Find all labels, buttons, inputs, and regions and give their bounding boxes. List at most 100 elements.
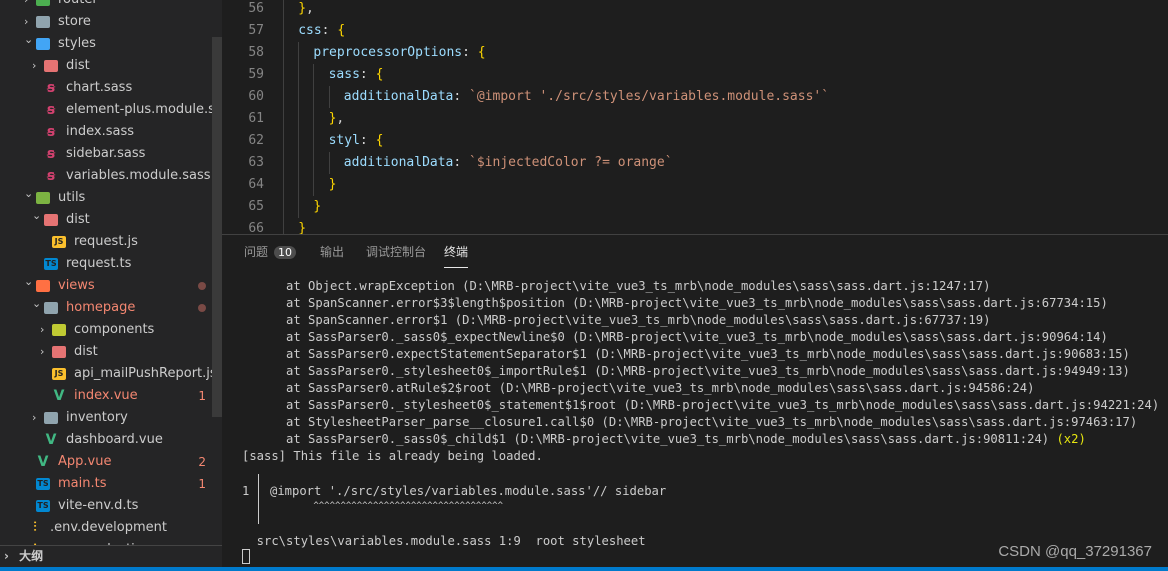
tree-item-label: views: [58, 278, 95, 293]
problems-count-badge: 10: [274, 246, 297, 259]
indent-guide: [298, 86, 300, 108]
line-number: 59: [248, 67, 264, 82]
tab-problems[interactable]: 问题 10: [244, 243, 297, 260]
tree-item[interactable]: › router: [0, 0, 212, 11]
indent-guide: [283, 130, 284, 152]
code-editor[interactable]: 56}, 57 css: {58 preprocessorOptions: {59 sa…: [222, 0, 1168, 258]
code-text: styl: {: [329, 130, 384, 152]
chevron-right-icon[interactable]: ›: [24, 0, 36, 11]
line-number: 58: [248, 45, 264, 60]
tree-item[interactable]: ꞩ sidebar.sass: [0, 143, 212, 165]
problem-count-badge: 1: [198, 477, 206, 491]
line-number: 62: [248, 133, 264, 148]
tree-item[interactable]: Vdashboard.vue: [0, 429, 212, 451]
watermark: CSDN @qq_37291367: [998, 543, 1152, 560]
active-tab-indicator: [444, 267, 468, 268]
snippet-carets: ^^^^^^^^^^^^^^^^^^^^^^^^^^^^^^^^^^^: [270, 501, 503, 511]
chevron-right-icon[interactable]: ›: [32, 407, 44, 429]
indent-guide: [283, 86, 284, 108]
tree-item[interactable]: › dist: [0, 55, 212, 77]
code-token: sass: [328, 67, 360, 82]
modified-dot-icon: [198, 282, 206, 290]
code-line: 62 styl: {: [222, 130, 1168, 152]
folder-icon: [44, 302, 58, 314]
chevron-right-icon[interactable]: ›: [40, 319, 52, 341]
code-token: :: [462, 45, 478, 60]
tree-item[interactable]: ⌄ dist: [0, 209, 212, 231]
tree-item[interactable]: Vindex.vue 1: [0, 385, 212, 407]
code-line: 64}: [222, 174, 1168, 196]
tree-item-label: store: [58, 14, 91, 29]
code-token: additionalData: [343, 155, 454, 170]
chevron-down-icon[interactable]: ⌄: [24, 29, 36, 51]
code-token: {: [337, 23, 346, 38]
code-text: sass: {: [329, 64, 384, 86]
tree-item-label: request.js: [74, 234, 138, 249]
folder-icon: [36, 16, 50, 28]
tree-item[interactable]: ⌄ styles: [0, 33, 212, 55]
tab-problems-label: 问题: [244, 245, 269, 259]
indent-guide: [313, 174, 315, 196]
chevron-down-icon[interactable]: ⌄: [32, 205, 44, 227]
tree-item[interactable]: › dist: [0, 341, 212, 363]
line-number: 63: [248, 155, 264, 170]
code-token: :: [359, 133, 376, 148]
indent-guide: [298, 130, 300, 152]
sass-icon: ꞩ: [46, 102, 56, 118]
indent-guide: [283, 20, 284, 42]
sass-icon: ꞩ: [46, 124, 56, 140]
tab-terminal[interactable]: 终端: [444, 243, 468, 260]
tree-item[interactable]: JS api_mailPushReport.js: [0, 363, 217, 385]
chevron-down-icon[interactable]: ⌄: [24, 271, 36, 293]
chevron-right-icon[interactable]: ›: [40, 341, 52, 363]
terminal-line: at SassParser0._stylesheet0$_importRule$…: [242, 364, 1130, 378]
tree-item[interactable]: › inventory: [0, 407, 212, 429]
terminal-line: at StylesheetParser_parse__closure1.call…: [242, 415, 1138, 429]
code-text: },: [298, 0, 314, 20]
tree-item-label: homepage: [66, 300, 136, 315]
chevron-right-icon[interactable]: ›: [32, 55, 44, 77]
tree-item[interactable]: TS main.ts 1: [0, 473, 212, 495]
terminal-line: at SassParser0._sass0$_expectNewline$0 (…: [242, 330, 1108, 344]
snippet-line-number: 1: [242, 484, 250, 498]
code-token: `$injectedColor ?= orange`: [469, 155, 673, 170]
code-text: }: [329, 174, 337, 196]
tab-debug-console[interactable]: 调试控制台: [366, 243, 426, 260]
code-text: },: [329, 108, 345, 130]
indent-guide: [283, 0, 284, 20]
indent-guide: [298, 64, 300, 86]
code-token: {: [375, 133, 384, 148]
code-text: additionalData: `@import './src/styles/v…: [344, 86, 829, 108]
folder-icon: [44, 412, 58, 424]
tree-item[interactable]: ꞩ index.sass: [0, 121, 212, 143]
code-token: `@import './src/styles/variables.module.…: [469, 89, 830, 104]
outline-label: 大纲: [19, 549, 44, 563]
terminal-message: [sass] This file is already being loaded…: [242, 449, 543, 463]
code-token: }: [298, 1, 307, 16]
chevron-down-icon[interactable]: ⌄: [24, 183, 36, 205]
tree-item[interactable]: ꞩ chart.sass: [0, 77, 212, 99]
indent-guide: [313, 64, 315, 86]
outline-section-header[interactable]: › 大纲: [0, 545, 222, 567]
code-line: 56},: [222, 0, 1168, 20]
tree-item[interactable]: ⌄ homepage: [0, 297, 212, 319]
status-bar: [0, 567, 1168, 571]
tree-item[interactable]: JS request.js: [0, 231, 212, 253]
tree-item[interactable]: V App.vue 2: [0, 451, 212, 473]
indent-guide: [298, 196, 300, 218]
sass-icon: ꞩ: [46, 146, 56, 162]
tree-item[interactable]: TS vite-env.d.ts: [0, 495, 212, 517]
line-number: 61: [248, 111, 264, 126]
tree-item[interactable]: ꞩ element-plus.module.sass: [0, 99, 222, 121]
chevron-down-icon[interactable]: ⌄: [32, 293, 44, 315]
tree-item[interactable]: ⫶ .env.development: [0, 517, 212, 539]
tree-item[interactable]: › components: [0, 319, 212, 341]
terminal-line: at SassParser0._stylesheet0$_statement$1…: [242, 398, 1160, 412]
sass-icon: ꞩ: [46, 80, 56, 96]
tab-output[interactable]: 输出: [320, 243, 344, 260]
sidebar-scrollbar[interactable]: [212, 37, 222, 417]
terminal-cursor: [242, 549, 250, 564]
indent-guide: [283, 64, 284, 86]
indent-guide: [313, 152, 315, 174]
code-token: css: [298, 23, 322, 38]
